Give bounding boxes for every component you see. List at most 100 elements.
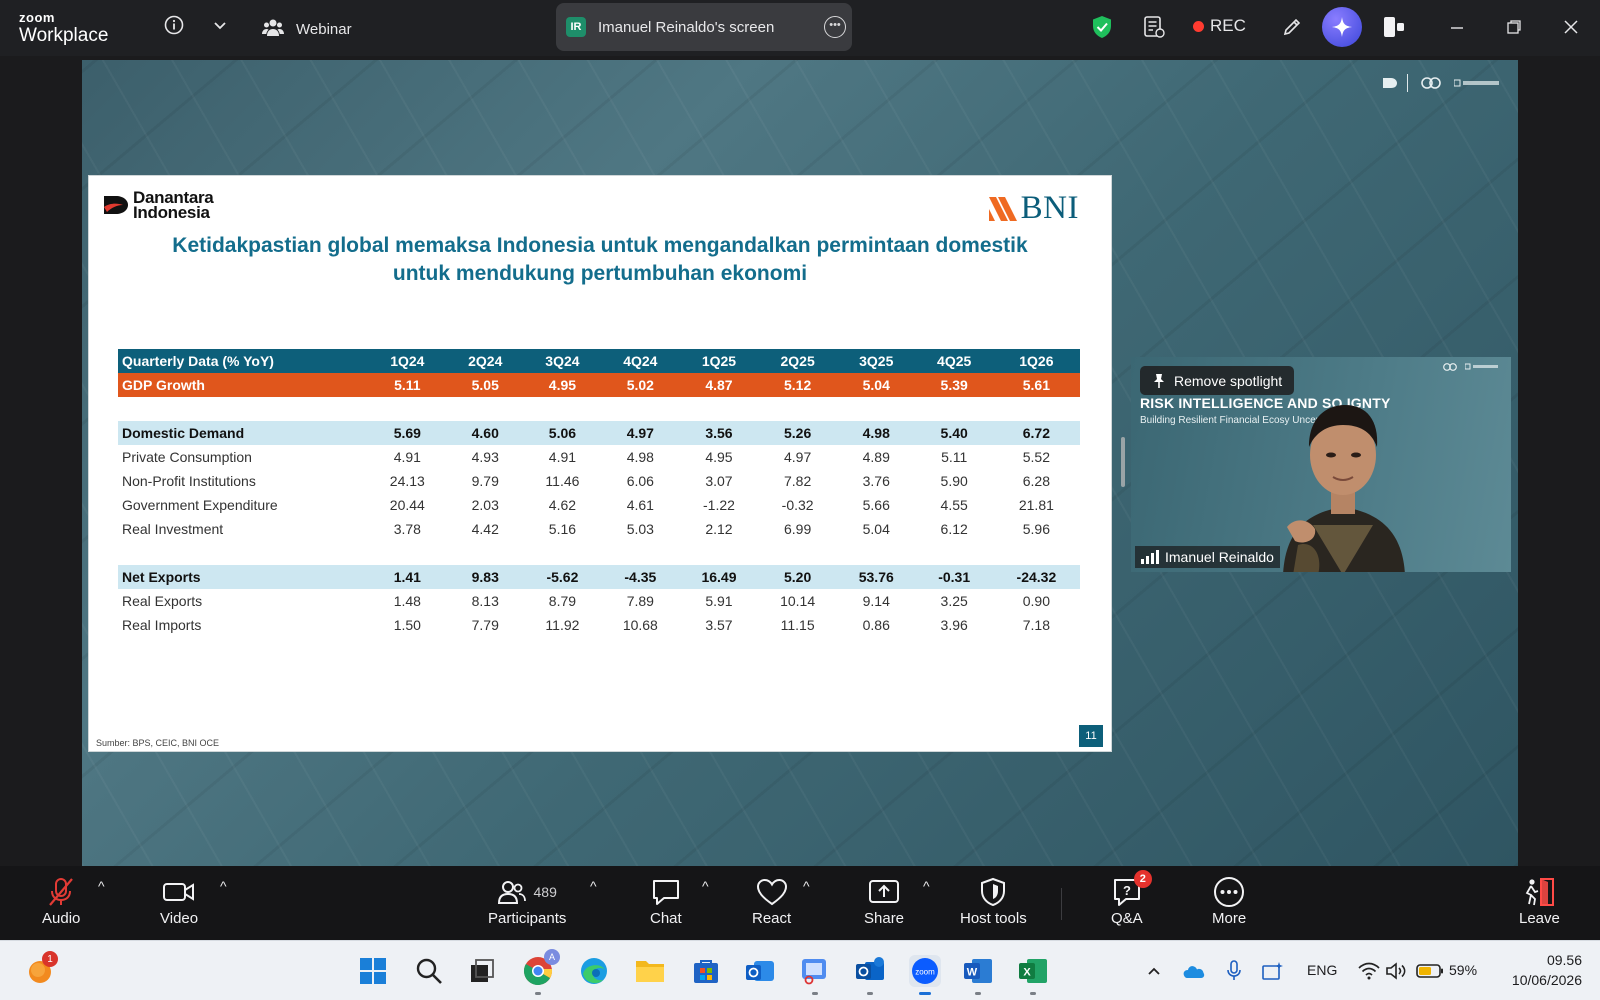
audio-button[interactable]: Audio — [42, 874, 80, 927]
table-row-label: Quarterly Data (% YoY) — [118, 349, 368, 373]
onedrive-tray[interactable] — [1177, 955, 1209, 987]
microphone-tray[interactable] — [1218, 955, 1250, 987]
presentation-slide: Danantara Indonesia BNI Ketidakpastian g… — [88, 175, 1112, 752]
video-button[interactable]: Video — [160, 874, 198, 927]
participant-name-label: Imanuel Reinaldo — [1135, 546, 1280, 568]
table-cell: 4.62 — [548, 497, 577, 513]
table-cell: 5.04 — [836, 373, 916, 397]
taskbar-chrome[interactable]: A — [522, 949, 560, 995]
annotate-pencil-icon[interactable] — [1279, 13, 1305, 41]
leave-button[interactable]: Leave — [1519, 874, 1560, 927]
table-cell: 5.69 — [368, 421, 447, 445]
table-cell: 20.44 — [389, 497, 425, 513]
participants-button[interactable]: 489 Participants — [488, 874, 566, 927]
apps-panel-icon[interactable] — [1380, 13, 1408, 41]
battery-tray[interactable] — [1415, 955, 1445, 987]
spotlight-video-tile[interactable]: RISK INTELLIGENCE AND SO IGNTY Building … — [1131, 357, 1511, 572]
table-cell: 5.12 — [758, 373, 837, 397]
share-button[interactable]: Share — [864, 874, 904, 927]
pin-icon — [1154, 373, 1164, 388]
input-language[interactable]: ENG — [1307, 962, 1337, 978]
restore-window-icon[interactable] — [1503, 16, 1525, 38]
video-options-caret-icon[interactable]: ^ — [220, 878, 227, 894]
split-resize-handle[interactable] — [1121, 437, 1125, 487]
more-options-icon[interactable]: ••• — [824, 16, 846, 38]
chat-options-caret-icon[interactable]: ^ — [702, 878, 709, 894]
table-cell: 4.91 — [393, 449, 421, 465]
info-icon[interactable] — [162, 13, 186, 37]
clock-time: 09.56 — [1546, 952, 1582, 968]
table-cell: 10.14 — [780, 593, 816, 609]
security-shield-icon[interactable] — [1090, 14, 1114, 40]
table-row: Real Imports 1.50 7.79 11.92 10.68 3.57 11.15 0… — [118, 613, 1080, 637]
participants-options-caret-icon[interactable]: ^ — [590, 878, 597, 894]
audio-options-caret-icon[interactable]: ^ — [98, 878, 105, 894]
taskbar-file-explorer[interactable] — [634, 955, 666, 987]
table-cell: 6.12 — [940, 521, 968, 537]
table-cell: 7.89 — [626, 593, 654, 609]
table-cell: 1Q25 — [679, 349, 759, 373]
chevron-down-icon[interactable] — [208, 14, 232, 38]
volume-tray[interactable] — [1380, 955, 1412, 987]
table-cell: 4.87 — [679, 373, 759, 397]
copilot-tray[interactable] — [1257, 955, 1289, 987]
qa-button[interactable]: ? 2 Q&A — [1111, 870, 1152, 927]
table-cell: 4.89 — [862, 449, 890, 465]
react-button[interactable]: React — [752, 874, 791, 927]
start-button[interactable] — [357, 955, 389, 987]
table-cell: -5.62 — [523, 565, 602, 589]
table-cell: 4.95 — [705, 449, 733, 465]
taskbar-excel[interactable]: X — [1017, 955, 1049, 995]
taskbar-word[interactable]: W — [962, 955, 994, 995]
host-tools-button[interactable]: Host tools — [960, 874, 1027, 927]
table-row-label: Domestic Demand — [118, 421, 368, 445]
table-cell: 1.50 — [393, 617, 421, 633]
danantara-mark-icon — [1383, 78, 1397, 88]
minimize-icon[interactable] — [1446, 16, 1468, 38]
more-dots-icon — [1214, 877, 1245, 907]
table-cell: 5.40 — [915, 421, 993, 445]
table-cell: 5.16 — [548, 521, 577, 537]
chat-button[interactable]: Chat — [650, 874, 682, 927]
taskbar-snipping-tool[interactable] — [799, 955, 831, 995]
show-hidden-icons-button[interactable] — [1138, 955, 1170, 987]
leave-door-icon — [1526, 878, 1555, 906]
taskbar-zoom[interactable]: zoom — [909, 955, 941, 995]
share-options-caret-icon[interactable]: ^ — [923, 878, 930, 894]
table-cell: 1Q26 — [992, 349, 1080, 373]
webinar-indicator: Webinar — [262, 17, 352, 41]
table-row: Domestic Demand 5.69 4.60 5.06 4.97 3.56 5.26 4… — [118, 421, 1080, 445]
table-cell: 7.18 — [1022, 617, 1050, 633]
taskbar-edge[interactable] — [578, 955, 610, 987]
table-cell: 5.39 — [915, 373, 993, 397]
recording-dot-icon — [1193, 20, 1204, 32]
react-options-caret-icon[interactable]: ^ — [803, 878, 810, 894]
table-cell: 4Q25 — [915, 349, 993, 373]
table-cell: 1.41 — [368, 565, 447, 589]
shared-screen-pill[interactable]: IR Imanuel Reinaldo's screen ••• — [556, 3, 852, 51]
remove-spotlight-button[interactable]: Remove spotlight — [1140, 366, 1295, 395]
table-cell: 2Q25 — [758, 349, 837, 373]
taskbar-store[interactable] — [690, 955, 722, 987]
system-clock[interactable]: 09.56 10/06/2026 — [1512, 950, 1582, 990]
table-cell: 24.13 — [389, 473, 425, 489]
summary-notes-icon[interactable] — [1141, 13, 1167, 41]
more-button[interactable]: More — [1212, 874, 1246, 927]
taskbar-outlook-new[interactable] — [744, 955, 776, 987]
windows-logo-icon — [360, 958, 386, 984]
taskbar-outlook[interactable] — [854, 955, 886, 995]
search-button[interactable] — [413, 955, 445, 987]
ai-companion-icon[interactable] — [1322, 7, 1362, 47]
table-row: Real Investment 3.78 4.42 5.16 5.03 2.12 6.99 5… — [118, 517, 1080, 541]
slide-source: Sumber: BPS, CEIC, BNI OCE — [96, 738, 220, 748]
close-icon[interactable] — [1560, 16, 1582, 38]
image-sparkle-icon — [1262, 962, 1283, 980]
folder-icon — [636, 961, 664, 982]
table-cell: 1.48 — [393, 593, 421, 609]
weather-widget[interactable]: 1 — [24, 951, 58, 987]
table-cell: 4.55 — [940, 497, 968, 513]
table-cell: 3.07 — [705, 473, 733, 489]
task-view-button[interactable] — [466, 955, 498, 987]
recording-indicator[interactable]: REC — [1193, 16, 1246, 36]
table-cell: 4Q24 — [601, 349, 680, 373]
